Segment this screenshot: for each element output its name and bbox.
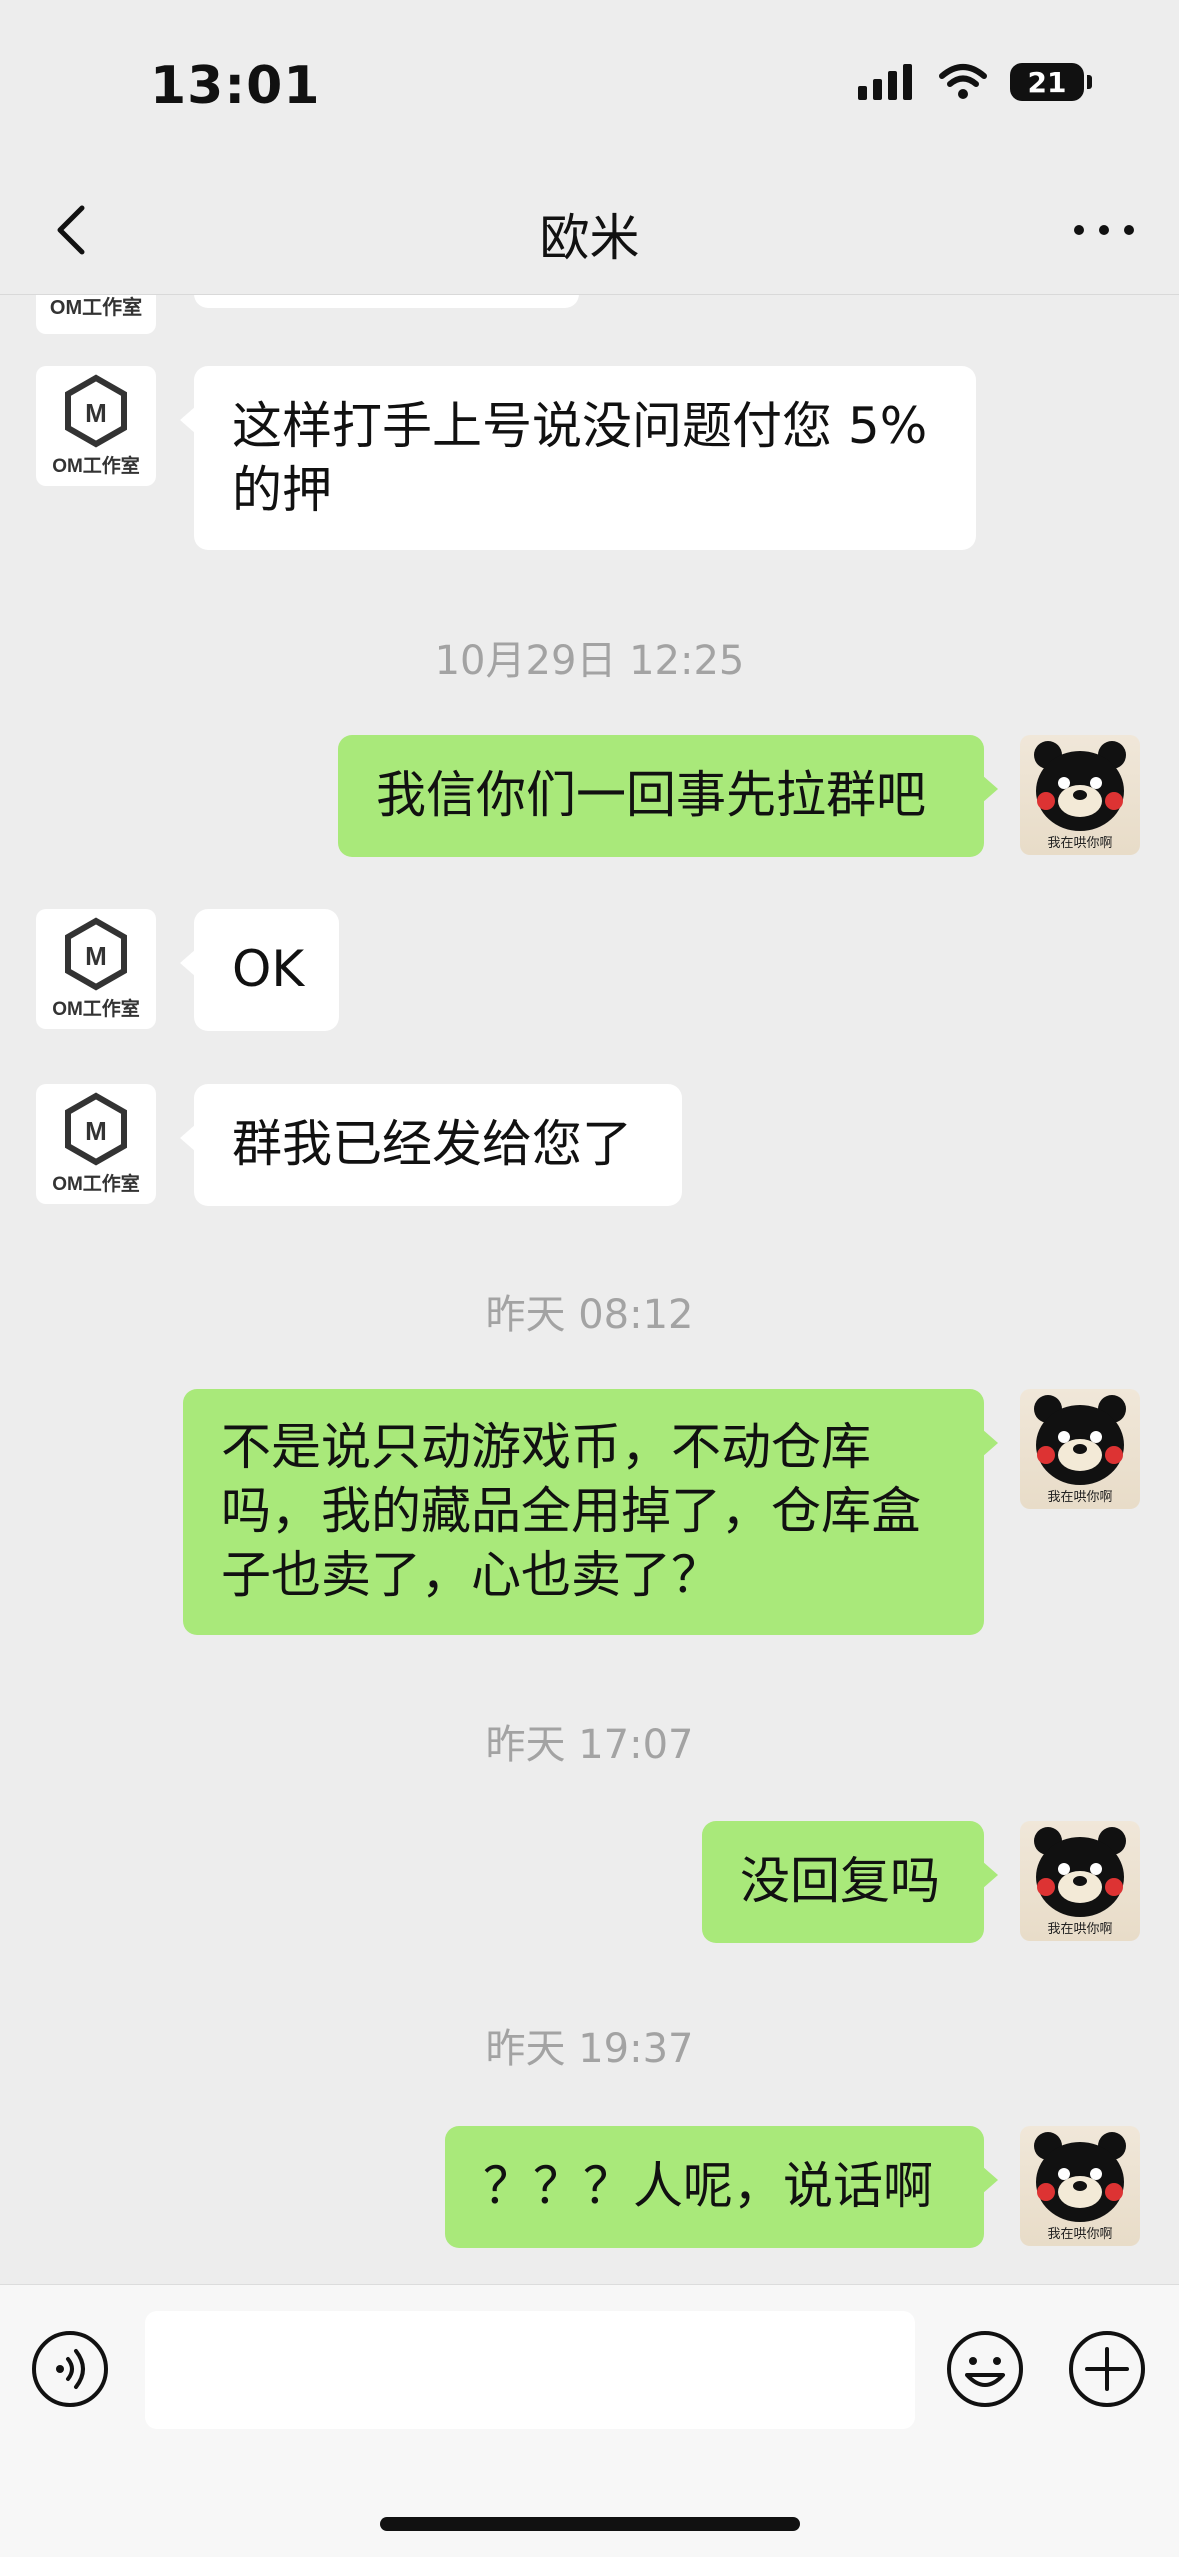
message-bubble[interactable]: 没回复吗 [702,1821,998,1943]
timestamp: 10月29日 12:25 [434,638,745,684]
contact-avatar[interactable]: M OM工作室 [36,366,156,486]
wifi-icon [939,64,987,99]
user-avatar[interactable]: 我在哄你啊 [1020,735,1140,855]
status-icons: 21 [856,62,1092,102]
message-input[interactable] [145,2311,915,2429]
svg-text:M: M [85,941,107,971]
contact-avatar[interactable]: OM工作室 [36,294,156,334]
message-bubble[interactable]: 不是说只动游戏币，不动仓库吗，我的藏品全用掉了，仓库盒子也卖了，心也卖了？ [183,1389,998,1635]
status-bar: 13:01 21 [0,0,1179,160]
avatar-label: OM工作室 [52,454,140,477]
message-bubble[interactable]: 我信你们一回事先拉群吧 [338,735,998,857]
contact-avatar[interactable]: M OM工作室 [36,909,156,1029]
signal-icon [858,64,912,100]
avatar-caption: 我在哄你啊 [1047,2226,1112,2241]
message-bubble[interactable]: 群我已经发给您了 [180,1084,682,1206]
more-dots-icon[interactable] [1069,210,1139,250]
timestamp: 昨天 17:07 [485,1722,694,1768]
message-bubble[interactable]: 这样打手上号说没问题付您 5% 的押 [180,366,976,550]
nav-bar: 欧米 [0,170,1179,295]
voice-icon[interactable] [30,2329,110,2409]
message-bubble[interactable]: ？？？人呢，说话啊 [445,2126,998,2248]
emoji-icon[interactable] [945,2329,1025,2409]
battery-level: 21 [1027,65,1067,99]
timestamp: 昨天 08:12 [485,1292,694,1338]
message-list[interactable]: OM工作室 M OM工作室 这样打手上号说没问题付您 5% 的押 10月29日 … [0,294,1179,2284]
plus-icon[interactable] [1067,2329,1147,2409]
timestamp: 昨天 19:37 [485,2026,694,2072]
status-time: 13:01 [150,56,321,116]
avatar-caption: 我在哄你啊 [1047,1921,1112,1936]
user-avatar[interactable]: 我在哄你啊 [1020,2126,1140,2246]
svg-text:M: M [85,1116,107,1146]
input-bar [0,2284,1179,2557]
svg-text:M: M [85,398,107,428]
avatar-label: OM工作室 [50,295,142,319]
avatar-label: OM工作室 [52,997,140,1020]
avatar-label: OM工作室 [52,1172,140,1195]
contact-avatar[interactable]: M OM工作室 [36,1084,156,1204]
user-avatar[interactable]: 我在哄你啊 [1020,1821,1140,1941]
message-bubble[interactable] [194,294,579,308]
message-bubble[interactable]: OK [180,909,339,1031]
avatar-caption: 我在哄你啊 [1047,1489,1112,1504]
chat-title: 欧米 [539,209,640,267]
avatar-caption: 我在哄你啊 [1047,835,1112,850]
home-indicator [380,2517,800,2531]
battery-icon: 21 [1010,63,1092,101]
user-avatar[interactable]: 我在哄你啊 [1020,1389,1140,1509]
